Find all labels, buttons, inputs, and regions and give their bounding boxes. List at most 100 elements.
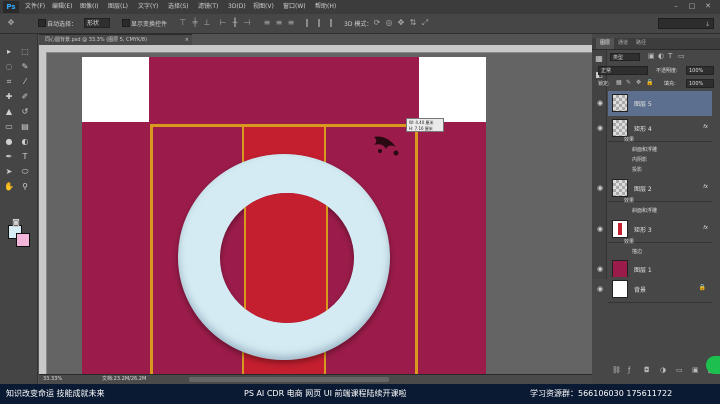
3d-rotate-icon[interactable]: ⟳ <box>372 18 382 28</box>
tab-layers[interactable]: 图层 <box>596 38 615 49</box>
zoom-tool-icon[interactable]: ⚲ <box>19 181 31 193</box>
opacity-field[interactable]: 100% <box>686 66 714 75</box>
tab-channels[interactable]: 通道 <box>614 38 632 49</box>
path-select-tool-icon[interactable]: ➤ <box>3 166 15 178</box>
menu-help[interactable]: 帮助(H) <box>315 0 336 14</box>
fill-field[interactable]: 100% <box>686 79 714 88</box>
gradient-tool-icon[interactable]: ▤ <box>19 121 31 133</box>
distribute-right-icon[interactable]: ‖ <box>326 18 336 28</box>
lock-all-icon[interactable]: 🔒 <box>646 79 653 86</box>
zoom-level[interactable]: 33.33% <box>43 375 62 384</box>
align-left-icon[interactable]: ⊢ <box>218 18 228 28</box>
auto-select-checkbox[interactable] <box>38 19 46 27</box>
layer-row-layer5[interactable]: 图层 5 <box>608 91 712 117</box>
corner-ornament-icon[interactable] <box>372 133 400 159</box>
menu-select[interactable]: 选择(S) <box>168 0 189 14</box>
dodge-tool-icon[interactable]: ◐ <box>19 136 31 148</box>
menu-filter[interactable]: 滤镜(T) <box>198 0 218 14</box>
blur-tool-icon[interactable]: ● <box>3 136 15 148</box>
menu-type[interactable]: 文字(Y) <box>138 0 158 14</box>
align-bottom-icon[interactable]: ⊥ <box>202 18 212 28</box>
auto-select-dropdown[interactable]: 形状 <box>84 18 110 28</box>
lock-pixels-icon[interactable]: ▦ <box>616 79 622 86</box>
document-tab[interactable]: 同心圆背景.psd @ 33.3% (图层 5, CMYK/8) × <box>39 34 192 45</box>
horizontal-scrollbar[interactable] <box>189 377 389 382</box>
eyedropper-tool-icon[interactable]: ⁄ <box>19 76 31 88</box>
lasso-tool-icon[interactable]: ◌ <box>3 61 15 73</box>
adjustment-layer-icon[interactable]: ◑ <box>660 366 666 374</box>
visibility-eye-icon[interactable]: ◉ <box>596 285 604 293</box>
brush-tool-icon[interactable]: ✐ <box>19 91 31 103</box>
tab-close-icon[interactable]: × <box>185 35 189 45</box>
filter-shape-icon[interactable]: ▭ <box>678 52 685 60</box>
canvas[interactable] <box>82 57 486 375</box>
add-style-icon[interactable]: ƒ <box>628 366 630 374</box>
filter-pixel-icon[interactable]: ▣ <box>648 52 655 60</box>
filter-adjust-icon[interactable]: ◐ <box>658 52 664 60</box>
menu-view[interactable]: 视图(V) <box>253 0 274 14</box>
filter-type-icon[interactable]: T <box>668 52 672 60</box>
align-middle-icon[interactable]: ╪ <box>190 18 200 28</box>
show-transform-checkbox[interactable] <box>122 19 130 27</box>
visibility-eye-icon[interactable]: ◉ <box>596 99 604 107</box>
visibility-eye-icon[interactable]: ◉ <box>596 225 604 233</box>
effect-drop-shadow[interactable]: 投影 <box>632 166 642 173</box>
layer-row-background[interactable]: 背景 🔒 <box>608 277 712 303</box>
effect-stroke[interactable]: 描边 <box>632 248 642 255</box>
add-mask-icon[interactable]: ◘ <box>644 366 650 374</box>
fx-icon[interactable]: fx <box>703 225 708 231</box>
maximize-icon[interactable]: □ <box>688 2 696 10</box>
lock-position-icon[interactable]: ✥ <box>636 79 641 86</box>
quick-select-tool-icon[interactable]: ✎ <box>19 61 31 73</box>
layer-kind-filter[interactable]: 类型 <box>610 53 640 61</box>
visibility-eye-icon[interactable]: ◉ <box>596 124 604 132</box>
distribute-bottom-icon[interactable]: ≡ <box>286 18 296 28</box>
menu-edit[interactable]: 编辑(E) <box>52 0 72 14</box>
pen-tool-icon[interactable]: ✒ <box>3 151 15 163</box>
type-tool-icon[interactable]: T <box>19 151 31 163</box>
menu-image[interactable]: 图像(I) <box>80 0 98 14</box>
menu-file[interactable]: 文件(F) <box>25 0 45 14</box>
visibility-eye-icon[interactable]: ◉ <box>596 184 604 192</box>
close-icon[interactable]: ✕ <box>704 2 712 10</box>
distribute-left-icon[interactable]: ‖ <box>302 18 312 28</box>
move-tool-icon[interactable]: ▸ <box>3 46 15 58</box>
effect-bevel-emboss[interactable]: 斜面和浮雕 <box>632 146 657 153</box>
history-panel-icon[interactable]: ▦ <box>593 53 605 65</box>
fx-icon[interactable]: fx <box>703 184 708 190</box>
workspace-dropdown[interactable]: ↓ <box>658 18 714 29</box>
distribute-middle-icon[interactable]: ≡ <box>274 18 284 28</box>
new-layer-icon[interactable]: ▣ <box>692 366 699 374</box>
ellipse-tool-icon[interactable]: ⬭ <box>19 166 31 178</box>
effect-inner-shadow[interactable]: 内阴影 <box>632 156 647 163</box>
stamp-tool-icon[interactable]: ▲ <box>3 106 15 118</box>
move-tool-icon[interactable]: ✥ <box>6 18 16 28</box>
menu-window[interactable]: 窗口(W) <box>283 0 306 14</box>
eraser-tool-icon[interactable]: ▭ <box>3 121 15 133</box>
menu-3d[interactable]: 3D(D) <box>228 0 246 14</box>
3d-pan-icon[interactable]: ✥ <box>396 18 406 28</box>
minimize-icon[interactable]: – <box>672 2 680 10</box>
3d-slide-icon[interactable]: ⇅ <box>408 18 418 28</box>
history-brush-icon[interactable]: ↺ <box>19 106 31 118</box>
3d-scale-icon[interactable]: ⤢ <box>420 18 430 28</box>
lock-paint-icon[interactable]: ✎ <box>626 79 631 86</box>
3d-roll-icon[interactable]: ◎ <box>384 18 394 28</box>
distribute-center-icon[interactable]: ‖ <box>314 18 324 28</box>
play-button[interactable] <box>706 356 720 374</box>
link-layers-icon[interactable]: ⛓ <box>612 366 621 374</box>
marquee-tool-icon[interactable]: ⬚ <box>19 46 31 58</box>
new-group-icon[interactable]: ▭ <box>676 366 683 374</box>
menu-layer[interactable]: 图层(L) <box>108 0 128 14</box>
hand-tool-icon[interactable]: ✋ <box>3 181 15 193</box>
blend-mode-dropdown[interactable]: 正常 <box>598 66 648 75</box>
align-top-icon[interactable]: ⊤ <box>178 18 188 28</box>
crop-tool-icon[interactable]: ⌗ <box>3 76 15 88</box>
distribute-top-icon[interactable]: ≡ <box>262 18 272 28</box>
quick-mask-icon[interactable]: ◙ <box>10 217 22 229</box>
visibility-eye-icon[interactable]: ◉ <box>596 265 604 273</box>
background-color-swatch[interactable] <box>16 233 30 247</box>
fx-icon[interactable]: fx <box>703 124 708 130</box>
align-right-icon[interactable]: ⊣ <box>242 18 252 28</box>
align-center-icon[interactable]: ╫ <box>230 18 240 28</box>
